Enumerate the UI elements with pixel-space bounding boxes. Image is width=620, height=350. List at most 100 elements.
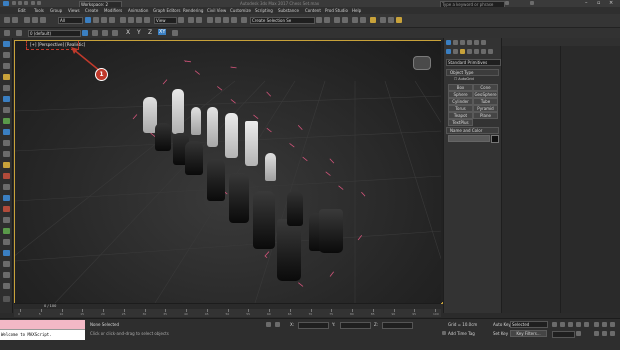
system-tool-icon[interactable] — [3, 206, 10, 212]
cameras-category-icon[interactable] — [467, 49, 472, 54]
zoom-icon[interactable] — [594, 322, 599, 327]
snaps-toggle-icon[interactable] — [207, 17, 213, 23]
shapes-category-icon[interactable] — [453, 49, 458, 54]
scene-explorer-icon[interactable] — [342, 17, 348, 23]
constrain-y-button[interactable]: Y — [137, 29, 141, 36]
xref-tool-icon[interactable] — [3, 283, 10, 289]
maxscript-output[interactable]: Welcome to MAXScript. — [0, 329, 85, 340]
select-by-name-icon[interactable] — [93, 17, 99, 23]
object-type-rollout[interactable]: Object Type — [446, 69, 499, 76]
lock-selection-icon[interactable] — [266, 322, 271, 327]
menu-prod-studio[interactable]: Prod Studio — [325, 8, 348, 13]
maximize-icon[interactable]: ▫ — [597, 0, 600, 6]
menu-tools[interactable]: Tools — [34, 8, 44, 13]
menu-animation[interactable]: Animation — [128, 8, 148, 13]
black-queen[interactable] — [253, 191, 275, 249]
textplus-button[interactable]: TextPlus — [448, 119, 473, 126]
camera-tool-icon[interactable] — [3, 85, 10, 91]
auto-key-button[interactable]: Auto Key — [493, 322, 511, 327]
help-icon[interactable] — [530, 1, 534, 5]
layer-tool-icon[interactable] — [3, 250, 10, 256]
app-icon[interactable] — [3, 1, 9, 6]
white-king[interactable] — [172, 89, 184, 134]
black-bishop[interactable] — [207, 159, 225, 201]
display-tab-icon[interactable] — [474, 40, 479, 45]
render-setup-icon[interactable] — [380, 17, 386, 23]
viewport-perspective[interactable]: [+] [Perspective] [Realistic] 1 — [14, 40, 443, 304]
go-to-start-icon[interactable] — [552, 322, 557, 327]
absolute-mode-icon[interactable] — [275, 322, 280, 327]
motion-tab-icon[interactable] — [467, 40, 472, 45]
create-layer-icon[interactable] — [82, 30, 88, 36]
isolate-tool-icon[interactable] — [3, 217, 10, 223]
menu-customize[interactable]: Customize — [230, 8, 251, 13]
constrain-x-button[interactable]: X — [126, 29, 130, 36]
hide-tool-icon[interactable] — [3, 239, 10, 245]
bind-space-warp-icon[interactable] — [40, 17, 46, 23]
white-pawn-2[interactable] — [265, 153, 276, 181]
constrain-plane-icon[interactable] — [172, 30, 178, 36]
unlink-icon[interactable] — [32, 17, 38, 23]
orbit-icon[interactable] — [610, 331, 615, 336]
key-mode-dropdown[interactable]: Selected — [510, 321, 548, 328]
curve-editor-icon[interactable] — [352, 17, 358, 23]
tube-button[interactable]: Tube — [473, 98, 498, 105]
pivot-center-icon[interactable] — [178, 17, 184, 23]
hierarchy-tool-icon[interactable] — [3, 140, 10, 146]
zoom-extents-icon[interactable] — [610, 322, 615, 327]
sphere-button[interactable]: Sphere — [448, 91, 473, 98]
menu-help[interactable]: Help — [352, 8, 361, 13]
cone-button[interactable]: Cone — [473, 84, 498, 91]
modify-tab-icon[interactable] — [453, 40, 458, 45]
set-current-layer-icon[interactable] — [112, 30, 118, 36]
redo-icon[interactable] — [37, 1, 41, 5]
menu-scripting[interactable]: Scripting — [255, 8, 273, 13]
utilities-tool-icon[interactable] — [3, 173, 10, 179]
geometry-category-icon[interactable] — [446, 49, 451, 54]
placement-icon[interactable] — [144, 17, 150, 23]
geosphere-button[interactable]: GeoSphere — [473, 91, 498, 98]
lights-category-icon[interactable] — [460, 49, 465, 54]
name-and-color-rollout[interactable]: Name and Color — [446, 127, 499, 134]
white-rook[interactable] — [245, 121, 258, 166]
menu-civil-view[interactable]: Civil View — [207, 8, 226, 13]
menu-edit[interactable]: Edit — [18, 8, 26, 13]
layer-dropdown[interactable]: 0 (default) — [28, 30, 81, 37]
pan-view-icon[interactable] — [602, 331, 607, 336]
shape-tool-icon[interactable] — [3, 107, 10, 113]
maxscript-mini-listener[interactable] — [0, 320, 85, 329]
go-to-end-icon[interactable] — [584, 322, 589, 327]
play-icon[interactable] — [568, 322, 573, 327]
box-button[interactable]: Box — [448, 84, 473, 91]
constrain-z-button[interactable]: Z — [148, 29, 152, 36]
black-pawn-3[interactable] — [287, 191, 303, 226]
select-manipulate-icon[interactable] — [188, 17, 194, 23]
render-production-icon[interactable] — [396, 17, 402, 23]
primitive-category-dropdown[interactable]: Standard Primitives — [446, 59, 501, 66]
rect-selection-icon[interactable] — [101, 17, 107, 23]
y-coord-field[interactable] — [340, 322, 371, 329]
menu-graph-editors[interactable]: Graph Editors — [153, 8, 180, 13]
scale-icon[interactable] — [136, 17, 142, 23]
close-icon[interactable]: × — [609, 0, 613, 6]
search-icon[interactable] — [505, 1, 509, 5]
rendered-frame-window-icon[interactable] — [388, 17, 394, 23]
menu-modifiers[interactable]: Modifiers — [104, 8, 122, 13]
spinner-snap-icon[interactable] — [231, 17, 237, 23]
create-tab-icon[interactable] — [446, 40, 451, 45]
black-knight[interactable] — [185, 141, 203, 175]
utilities-tab-icon[interactable] — [481, 40, 486, 45]
add-time-tag-icon[interactable] — [442, 331, 446, 335]
snap-tool-icon[interactable] — [3, 63, 10, 69]
mirror-icon[interactable] — [316, 17, 322, 23]
geometry-tool-icon[interactable] — [3, 118, 10, 124]
window-crossing-icon[interactable] — [109, 17, 115, 23]
systems-category-icon[interactable] — [488, 49, 493, 54]
autogrid-checkbox[interactable]: ☐ AutoGrid — [454, 77, 474, 81]
object-name-field[interactable] — [448, 135, 490, 142]
key-filters-button[interactable]: Key Filters... — [510, 330, 547, 337]
constrain-xy-button[interactable]: XY — [158, 29, 167, 35]
align-icon[interactable] — [324, 17, 330, 23]
reference-coord-dropdown[interactable]: View — [154, 17, 177, 24]
plane-button[interactable]: Plane — [473, 112, 498, 119]
